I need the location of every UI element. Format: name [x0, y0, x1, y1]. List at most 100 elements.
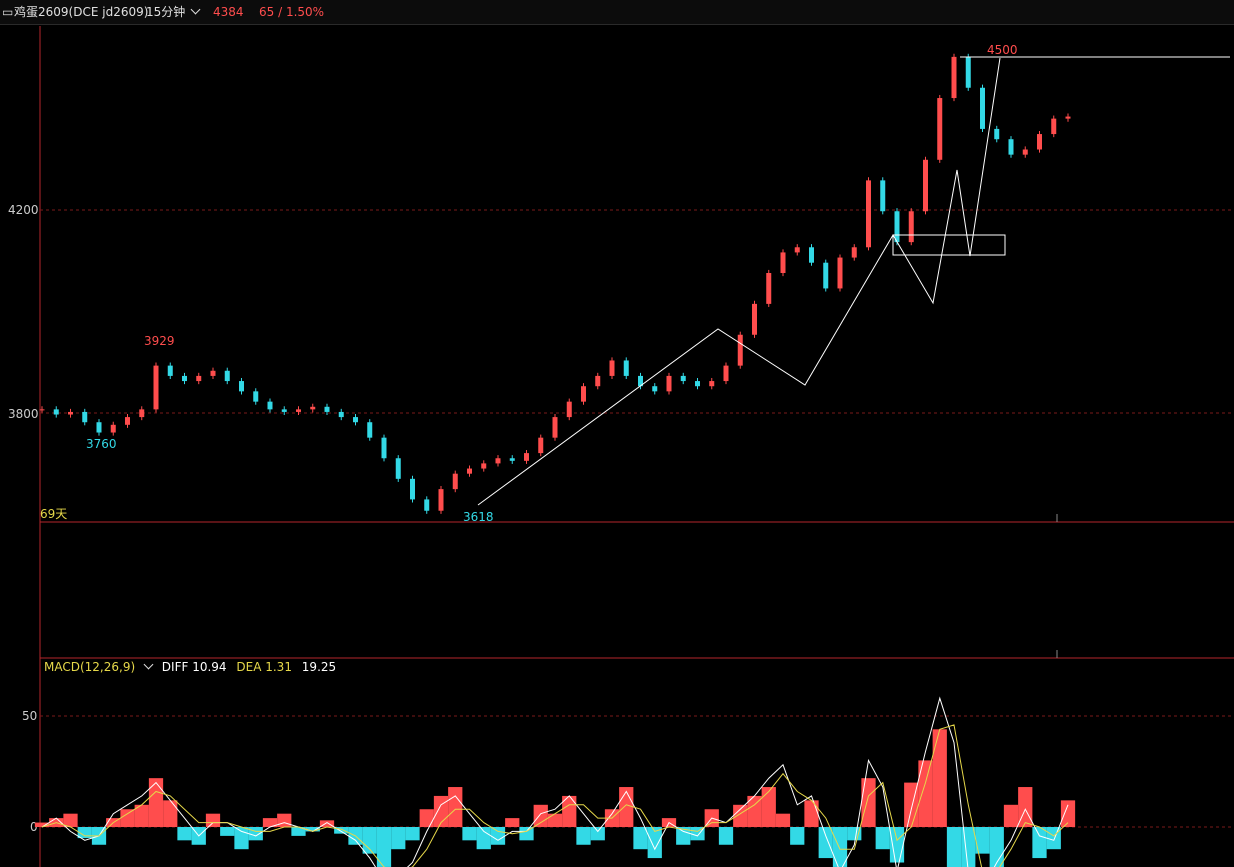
candle-body	[652, 386, 658, 392]
candle-body	[524, 453, 529, 461]
candle-body	[467, 468, 472, 474]
candle-body	[794, 247, 800, 253]
candle-body	[723, 365, 729, 382]
macd-bar	[419, 809, 434, 827]
macd-bar	[946, 827, 962, 867]
macd-bar	[248, 827, 263, 841]
candle-body	[110, 424, 116, 433]
macd-bar	[718, 827, 734, 845]
macd-bar	[163, 800, 178, 827]
candle-body	[951, 56, 957, 99]
candle-body	[239, 381, 244, 392]
macd-bar	[234, 827, 249, 850]
candle-body	[509, 458, 515, 461]
annotation-high-3929: 3929	[144, 334, 175, 348]
candle-body	[780, 252, 786, 273]
candle-body	[438, 489, 444, 511]
candle-body	[210, 370, 216, 376]
annotation-low-3618: 3618	[463, 510, 494, 524]
candle-body	[68, 411, 73, 415]
candle-body	[481, 463, 487, 469]
macd-bar	[547, 813, 563, 827]
candle-body	[253, 391, 259, 402]
candle-body	[281, 409, 287, 412]
candle-body	[880, 180, 886, 212]
macd-histogram	[34, 729, 1076, 867]
macd-indicator-label[interactable]: MACD(12,26,9)	[44, 659, 154, 674]
macd-bar	[405, 827, 420, 841]
candle-body	[139, 409, 145, 418]
candle-body	[695, 381, 700, 387]
candle-body	[125, 417, 130, 425]
ytick-3800: 3800	[8, 407, 39, 421]
macd-bar	[148, 778, 164, 827]
candle-body	[965, 56, 971, 88]
candle-body	[1008, 139, 1014, 155]
macd-bar	[448, 787, 463, 827]
macd-bar	[775, 813, 791, 827]
macd-bar	[1003, 804, 1019, 827]
candle-body	[538, 437, 544, 454]
macd-bar	[305, 827, 320, 832]
macd-bar	[590, 827, 605, 841]
candle-body	[381, 437, 387, 459]
candle-body	[495, 458, 501, 464]
candle-body	[609, 360, 615, 376]
candle-body	[923, 159, 928, 212]
macd-bar	[633, 827, 648, 850]
candle-body	[367, 422, 373, 438]
candle-body	[552, 417, 558, 438]
candle-body	[1051, 118, 1057, 135]
macd-bar	[177, 827, 192, 841]
candle-body	[182, 375, 187, 382]
macd-bar	[875, 827, 890, 850]
macd-bar	[220, 827, 235, 836]
candle-body	[324, 406, 330, 412]
macd-bar	[804, 800, 819, 827]
macd-bar	[619, 787, 634, 827]
price-candles	[39, 53, 1071, 514]
macd-bar	[1032, 827, 1047, 859]
candle-body	[937, 98, 943, 160]
candle-body	[680, 375, 686, 382]
candle-body	[267, 401, 273, 410]
diff-value: DIFF 10.94	[161, 660, 227, 674]
candle-body	[224, 370, 230, 382]
macd-bar	[761, 787, 776, 827]
ytick-4200: 4200	[8, 203, 39, 217]
candle-body	[82, 411, 88, 423]
macd-legend[interactable]: MACD(12,26,9) DIFF 10.94 DEA 1.31 19.25	[44, 658, 342, 676]
candle-body	[623, 360, 629, 376]
candle-body	[566, 401, 572, 418]
trend-zigzag-line[interactable]	[477, 57, 1001, 506]
macd-bar	[989, 827, 1004, 867]
macd-value: 19.25	[301, 660, 337, 674]
annotation-high-4500: 4500	[987, 43, 1018, 57]
macd-bar	[519, 827, 534, 841]
candle-body	[424, 499, 430, 511]
chart-canvas[interactable]: 4200 3800 50 0 3929 3760 3618 4500 69天	[0, 0, 1234, 867]
macd-bar	[205, 813, 221, 827]
candle-body	[338, 411, 344, 418]
candle-body	[980, 87, 985, 129]
macd-bar	[961, 827, 976, 867]
candle-body	[823, 262, 829, 289]
macd-bar	[120, 809, 135, 827]
candle-body	[1022, 149, 1028, 155]
candle-body	[894, 211, 900, 243]
candle-body	[851, 247, 857, 258]
candle-body	[410, 478, 415, 500]
macd-bar	[462, 827, 477, 841]
macd-bar	[932, 729, 947, 827]
candle-body	[153, 365, 159, 410]
candle-body	[766, 273, 772, 304]
candle-body	[39, 409, 45, 411]
range-days-label: 69天	[40, 507, 67, 521]
candle-body	[994, 128, 1000, 140]
candle-body	[908, 211, 914, 243]
macd-bar	[34, 822, 50, 827]
macd-bar	[818, 827, 833, 859]
candle-body	[296, 409, 301, 412]
candle-body	[53, 409, 59, 415]
macd-bar	[505, 818, 520, 827]
